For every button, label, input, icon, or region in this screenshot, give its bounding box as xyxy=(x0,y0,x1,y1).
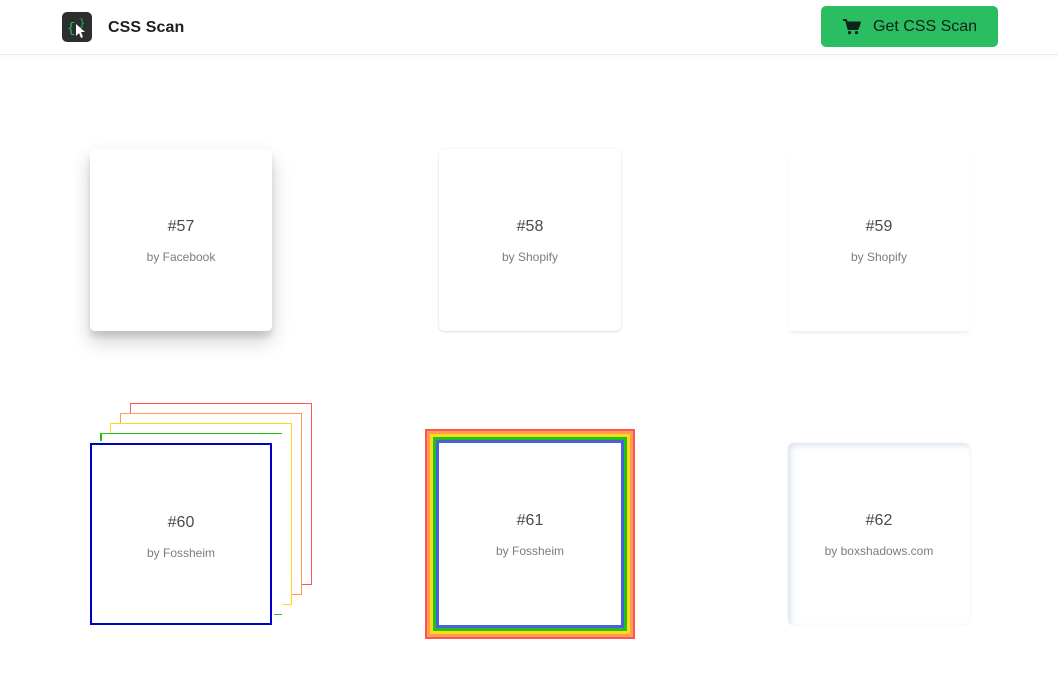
shadow-card-57[interactable]: #57 by Facebook xyxy=(90,149,272,331)
card-author: by boxshadows.com xyxy=(824,544,934,558)
card-number: #57 xyxy=(167,218,195,235)
shadow-card-61[interactable]: #61 by Fossheim xyxy=(439,443,621,625)
card-number: #58 xyxy=(516,218,544,235)
card-author: by Shopify xyxy=(501,250,559,264)
card-author: by Fossheim xyxy=(146,546,216,560)
get-css-scan-label: Get CSS Scan xyxy=(873,18,978,35)
get-css-scan-button[interactable]: Get CSS Scan xyxy=(821,6,998,47)
card-number: #60 xyxy=(167,514,195,531)
shopping-cart-icon xyxy=(843,19,861,40)
card-number: #62 xyxy=(865,512,893,529)
card-number: #61 xyxy=(516,512,544,529)
shadow-card-62[interactable]: #62 by boxshadows.com xyxy=(788,443,970,625)
shadow-card-58[interactable]: #58 by Shopify xyxy=(439,149,621,331)
shadow-card-59[interactable]: #59 by Shopify xyxy=(788,149,970,331)
card-author: by Fossheim xyxy=(495,544,565,558)
top-nav-bar: { } CSS Scan Get CSS Scan xyxy=(0,0,1058,55)
card-number: #59 xyxy=(865,218,893,235)
card-author: by Facebook xyxy=(146,250,216,264)
brand-name[interactable]: CSS Scan xyxy=(108,19,184,37)
shadow-card-60[interactable]: #60 by Fossheim xyxy=(90,443,272,625)
card-author: by Shopify xyxy=(850,250,908,264)
svg-text:{: { xyxy=(67,21,75,37)
css-scan-logo-icon[interactable]: { } xyxy=(62,12,92,42)
